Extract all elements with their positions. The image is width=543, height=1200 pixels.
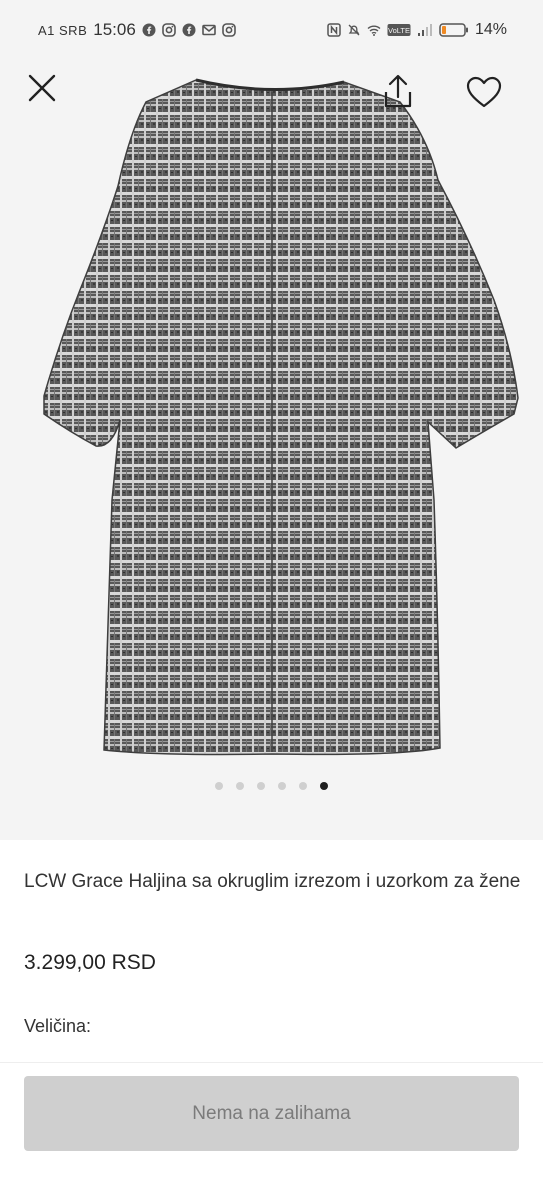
share-button[interactable]: [376, 70, 420, 114]
product-title: LCW Grace Haljina sa okruglim izrezom i …: [24, 871, 521, 892]
pager-dot[interactable]: [257, 782, 265, 790]
product-image[interactable]: [0, 0, 543, 840]
product-image-gallery[interactable]: [0, 0, 543, 840]
size-label: Veličina:: [24, 1016, 92, 1036]
wifi-icon: [367, 25, 381, 36]
pager-dot[interactable]: [278, 782, 286, 790]
nfc-icon: [327, 23, 341, 37]
facebook-icon: [142, 23, 156, 37]
close-icon: [28, 74, 56, 102]
battery-percentage: 14%: [474, 21, 507, 38]
wishlist-button[interactable]: [462, 70, 506, 114]
status-bar: A1 SRB 15:06 VoLTE 14%: [0, 0, 543, 60]
volte-icon: VoLTE: [387, 24, 411, 36]
close-button[interactable]: [20, 66, 64, 110]
dress-body: [43, 79, 519, 756]
image-pager: [0, 782, 543, 790]
clock: 15:06: [93, 20, 136, 39]
carrier-label: A1 SRB: [38, 22, 88, 38]
volte-label: VoLTE: [388, 26, 410, 35]
product-price: 3.299,00 RSD: [24, 951, 156, 974]
pager-dot[interactable]: [299, 782, 307, 790]
pager-dot[interactable]: [236, 782, 244, 790]
battery-icon: [439, 23, 468, 37]
divider: [0, 1062, 543, 1063]
instagram-icon: [221, 23, 236, 37]
pager-dot[interactable]: [215, 782, 223, 790]
mute-icon: [348, 24, 360, 36]
share-icon: [384, 74, 412, 108]
gmail-icon: [201, 24, 216, 36]
facebook-icon: [182, 23, 196, 37]
signal-icon: [417, 24, 432, 36]
pager-dot[interactable]: [320, 782, 328, 790]
instagram-icon: [161, 23, 176, 37]
out-of-stock-button[interactable]: Nema na zalihama: [24, 1076, 519, 1151]
heart-icon: [466, 76, 502, 108]
